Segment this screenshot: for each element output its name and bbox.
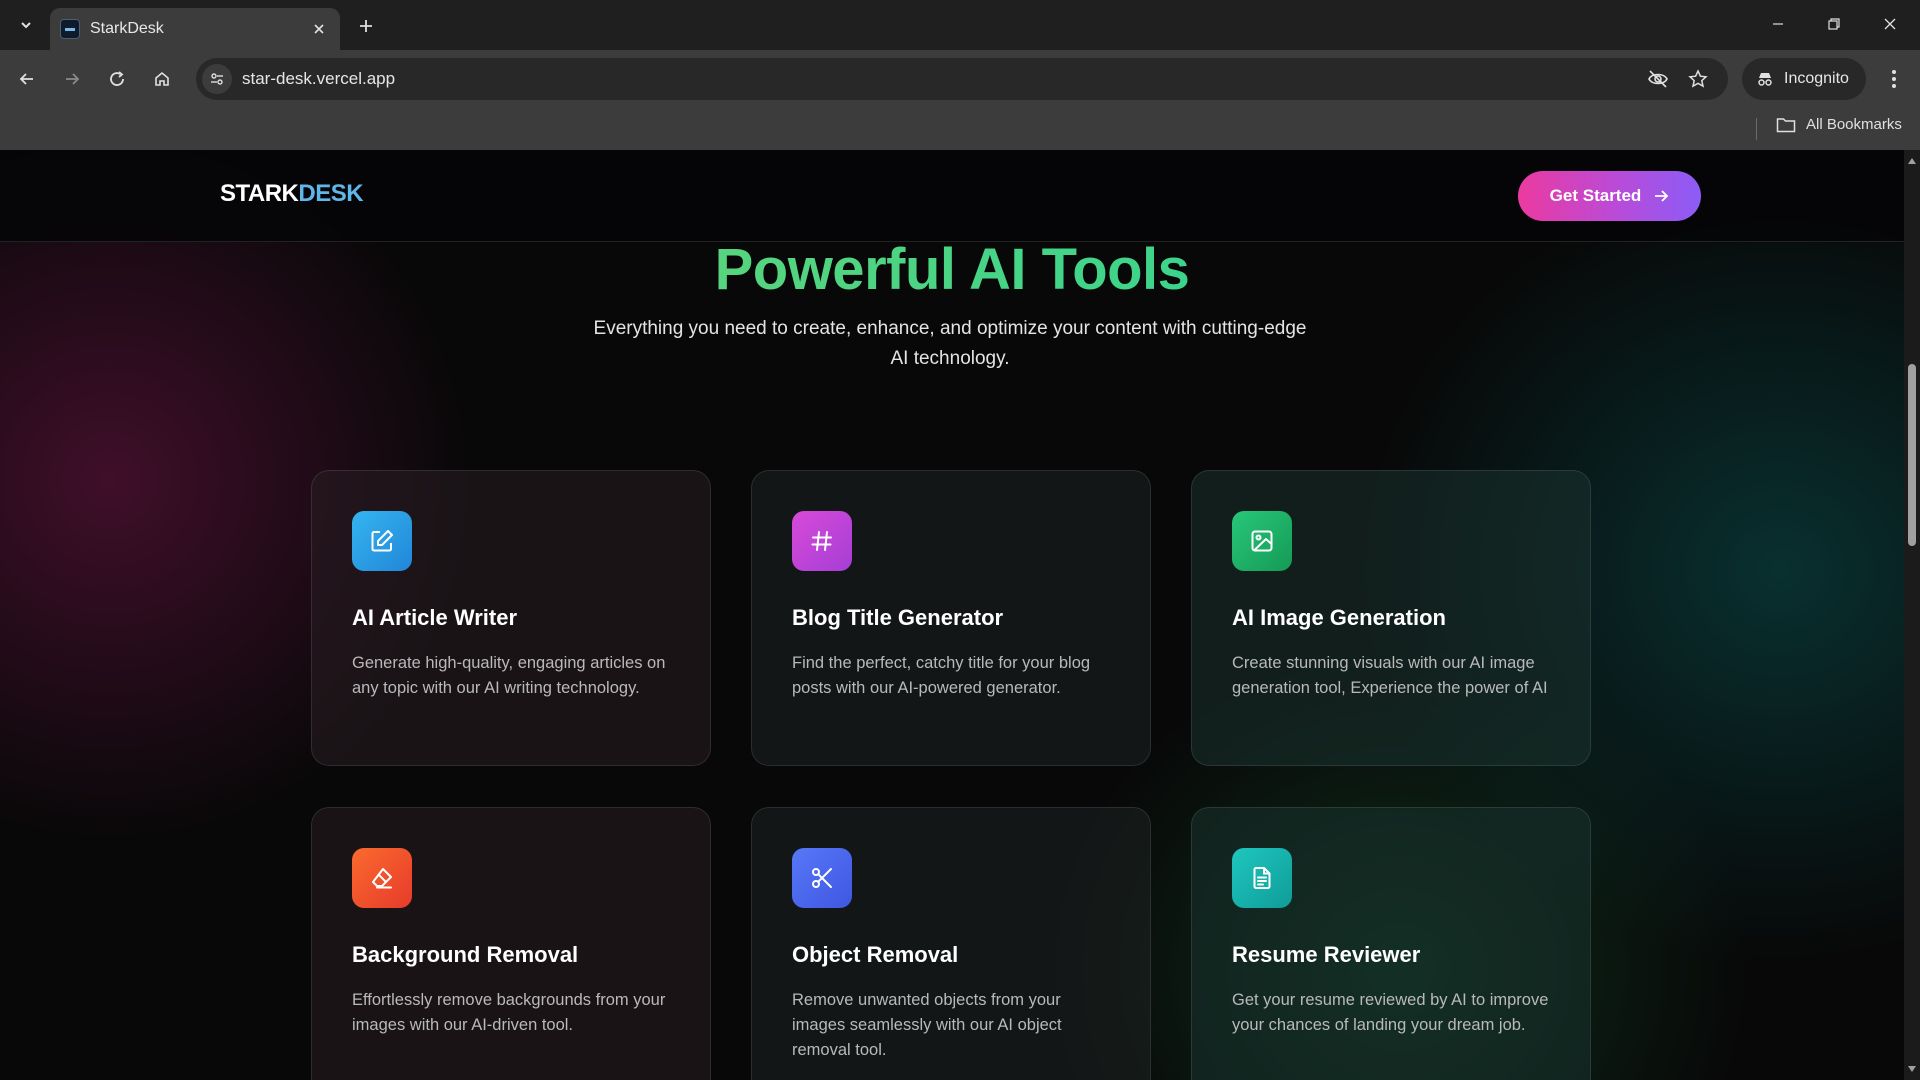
tool-card-title: Object Removal <box>792 942 959 967</box>
eraser-icon <box>352 848 412 908</box>
page-viewport: STARKDESK Get Started Powerful AI Tools … <box>0 150 1904 1080</box>
tool-card-description: Find the perfect, catchy title for your … <box>792 654 1091 697</box>
more-vertical-icon <box>1892 70 1896 88</box>
scrollbar-thumb[interactable] <box>1908 364 1916 546</box>
restore-icon <box>1828 18 1840 30</box>
tool-card-description: Get your resume reviewed by AI to improv… <box>1232 991 1549 1034</box>
url-text[interactable]: star-desk.vercel.app <box>242 69 395 89</box>
incognito-label: Incognito <box>1784 70 1849 87</box>
incognito-badge[interactable]: Incognito <box>1742 58 1866 100</box>
incognito-icon <box>1758 73 1772 86</box>
scroll-up-icon[interactable] <box>1907 156 1917 166</box>
forward-button[interactable] <box>57 64 87 94</box>
new-tab-button[interactable] <box>352 12 380 40</box>
tab-title: StarkDesk <box>90 20 164 37</box>
bookmark-star-button[interactable] <box>1686 67 1710 91</box>
home-icon <box>155 71 169 86</box>
tune-icon <box>211 73 223 85</box>
image-icon <box>1232 511 1292 571</box>
back-button[interactable] <box>12 64 42 94</box>
tool-card-title: AI Image Generation <box>1232 605 1446 630</box>
tracking-protection-button[interactable] <box>1646 67 1670 91</box>
edit-icon <box>352 511 412 571</box>
home-button[interactable] <box>147 64 177 94</box>
tool-card-object-removal[interactable]: Object Removal Remove unwanted objects f… <box>751 807 1151 1080</box>
minimize-icon <box>1773 23 1783 25</box>
bookmarks-divider <box>1756 118 1757 140</box>
tool-card-resume-reviewer[interactable]: Resume Reviewer Get your resume reviewed… <box>1191 807 1591 1080</box>
tool-card-background-removal[interactable]: Background Removal Effortlessly remove b… <box>311 807 711 1080</box>
tool-card-article-writer[interactable]: AI Article Writer Generate high-quality,… <box>311 470 711 766</box>
arrow-right-icon <box>66 73 80 85</box>
bookmarks-bar: All Bookmarks <box>0 108 1920 150</box>
favicon-icon <box>60 19 80 39</box>
close-icon <box>1884 18 1896 30</box>
tool-card-description: Create stunning visuals with our AI imag… <box>1232 654 1548 697</box>
all-bookmarks-label: All Bookmarks <box>1806 116 1902 133</box>
close-icon <box>314 24 324 34</box>
tool-card-title: Resume Reviewer <box>1232 942 1421 967</box>
minimize-button[interactable] <box>1758 6 1798 42</box>
document-icon <box>1232 848 1292 908</box>
tool-card-title: AI Article Writer <box>352 605 518 630</box>
arrow-left-icon <box>19 73 33 85</box>
hash-icon <box>792 511 852 571</box>
tool-card-ai-image-generation[interactable]: AI Image Generation Create stunning visu… <box>1191 470 1591 766</box>
scroll-down-icon[interactable] <box>1907 1064 1917 1074</box>
hero-subtitle: Everything you need to create, enhance, … <box>593 318 1307 369</box>
folder-icon <box>1776 117 1796 132</box>
restore-button[interactable] <box>1814 6 1854 42</box>
tool-card-description: Effortlessly remove backgrounds from you… <box>352 991 666 1034</box>
browser-tab[interactable]: StarkDesk <box>50 8 340 50</box>
tab-close-button[interactable] <box>308 18 330 40</box>
window-close-button[interactable] <box>1870 6 1910 42</box>
reload-icon <box>110 71 124 86</box>
reload-button[interactable] <box>102 64 132 94</box>
star-icon <box>1688 69 1708 88</box>
get-started-button[interactable]: Get Started <box>1518 171 1701 221</box>
browser-menu-button[interactable] <box>1880 64 1908 94</box>
site-logo[interactable]: STARKDESK <box>220 180 364 208</box>
tool-card-title: Blog Title Generator <box>792 605 1004 630</box>
logo-desk: DESK <box>298 180 364 207</box>
get-started-label: Get Started <box>1549 186 1642 205</box>
logo-stark: STARK <box>220 180 299 207</box>
tool-card-description: Generate high-quality, engaging articles… <box>352 654 666 697</box>
site-info-button[interactable] <box>202 64 232 94</box>
tab-search-button[interactable] <box>10 9 42 41</box>
all-bookmarks-button[interactable]: All Bookmarks <box>1776 116 1902 133</box>
hero-title: Powerful AI Tools <box>0 236 1904 303</box>
eye-off-icon <box>1648 70 1668 88</box>
arrow-right-icon <box>1655 190 1669 202</box>
site-header: STARKDESK Get Started <box>0 150 1904 242</box>
browser-toolbar: star-desk.vercel.app Incognito <box>0 50 1920 108</box>
tool-card-blog-title-generator[interactable]: Blog Title Generator Find the perfect, c… <box>751 470 1151 766</box>
tool-card-description: Remove unwanted objects from your images… <box>792 991 1062 1059</box>
address-bar[interactable]: star-desk.vercel.app <box>196 58 1728 100</box>
plus-icon <box>360 20 372 32</box>
page-scrollbar[interactable] <box>1904 150 1920 1080</box>
browser-tab-strip: StarkDesk <box>0 0 1920 50</box>
chevron-down-icon <box>21 22 31 29</box>
scissors-icon <box>792 848 852 908</box>
tool-card-title: Background Removal <box>352 942 579 967</box>
